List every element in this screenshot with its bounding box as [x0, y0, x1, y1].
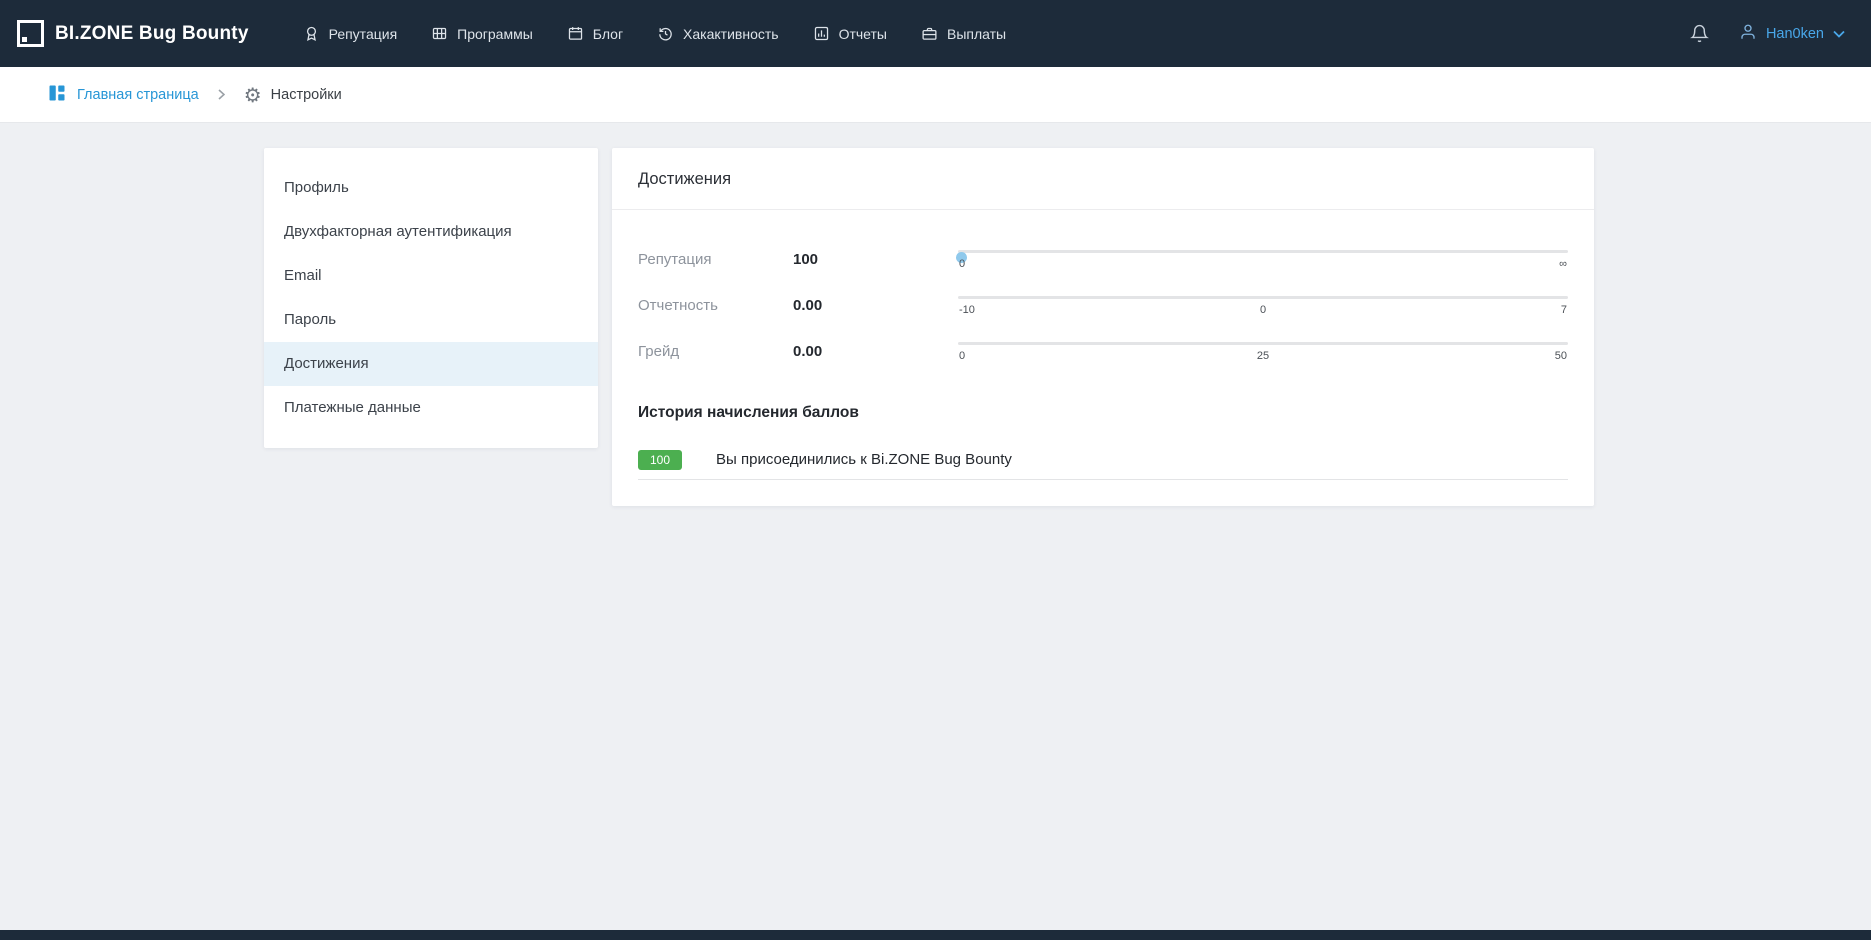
user-menu[interactable]: Han0ken: [1739, 23, 1845, 45]
sidebar-item-profile[interactable]: Профиль: [264, 166, 598, 210]
scale-min-label: 0: [959, 350, 965, 362]
nav-item-label: Блог: [593, 26, 623, 42]
history-clock-icon: [657, 25, 674, 42]
metric-row-reporting: Отчетность 0.00 -10 0 7: [638, 282, 1568, 328]
medal-icon: [303, 25, 320, 42]
nav-item-reports[interactable]: Отчеты: [813, 25, 887, 42]
nav-item-programs[interactable]: Программы: [431, 25, 533, 42]
calendar-icon: [567, 25, 584, 42]
nav-item-hacktivity[interactable]: Хакактивность: [657, 25, 779, 42]
nav-item-label: Отчеты: [839, 26, 887, 42]
gear-icon: ⚙: [244, 85, 262, 105]
brand-name: BI.ZONE Bug Bounty: [55, 23, 249, 45]
reputation-scale: 0 ∞: [958, 244, 1568, 274]
sidebar-item-payment-details[interactable]: Платежные данные: [264, 386, 598, 430]
metric-value: 0.00: [793, 297, 958, 314]
scale-min-label: 0: [959, 258, 965, 270]
scale-mid-label: 0: [1260, 304, 1266, 316]
grade-scale: 0 25 50: [958, 336, 1568, 366]
nav-item-blog[interactable]: Блог: [567, 25, 623, 42]
user-icon: [1739, 23, 1757, 45]
scale-track: [958, 296, 1568, 299]
panel-title: Достижения: [612, 148, 1594, 210]
bar-chart-icon: [813, 25, 830, 42]
scale-max-label: 50: [1555, 350, 1567, 362]
nav-item-reputation[interactable]: Репутация: [303, 25, 398, 42]
main-content: Профиль Двухфакторная аутентификация Ema…: [0, 123, 1871, 506]
nav-item-label: Выплаты: [947, 26, 1006, 42]
metric-value: 100: [793, 251, 958, 268]
nav-item-label: Программы: [457, 26, 533, 42]
achievements-panel: Достижения Репутация 100 0 ∞ Отчетность …: [612, 148, 1594, 506]
breadcrumb-home-link[interactable]: Главная страница: [47, 83, 199, 107]
metric-row-grade: Грейд 0.00 0 25 50: [638, 328, 1568, 374]
briefcase-icon: [921, 25, 938, 42]
scale-max-label: ∞: [1559, 258, 1567, 270]
programs-icon: [431, 25, 448, 42]
scale-track: [958, 342, 1568, 345]
scale-mid-label: 25: [1257, 350, 1269, 362]
metrics-section: Репутация 100 0 ∞ Отчетность 0.00 -10 0: [612, 210, 1594, 374]
breadcrumb-current-label: Настройки: [271, 87, 342, 103]
main-nav: Репутация Программы Блог Хакактивность О…: [303, 25, 1007, 42]
brand[interactable]: BI.ZONE Bug Bounty: [17, 20, 249, 47]
scale-min-label: -10: [959, 304, 975, 316]
history-text: Вы присоединились к Bi.ZONE Bug Bounty: [716, 451, 1012, 468]
sidebar-item-achievements[interactable]: Достижения: [264, 342, 598, 386]
breadcrumb-home-label: Главная страница: [77, 87, 199, 103]
chevron-down-icon: [1833, 26, 1845, 42]
metric-value: 0.00: [793, 343, 958, 360]
nav-item-payouts[interactable]: Выплаты: [921, 25, 1006, 42]
username: Han0ken: [1766, 26, 1824, 42]
bizone-logo-icon: [17, 20, 44, 47]
reporting-scale: -10 0 7: [958, 290, 1568, 320]
points-badge: 100: [638, 450, 682, 470]
metric-label: Отчетность: [638, 297, 793, 314]
metric-label: Репутация: [638, 251, 793, 268]
metric-label: Грейд: [638, 343, 793, 360]
sidebar-item-email[interactable]: Email: [264, 254, 598, 298]
settings-sidebar: Профиль Двухфакторная аутентификация Ema…: [264, 148, 598, 448]
nav-item-label: Репутация: [329, 26, 398, 42]
breadcrumb: Главная страница ⚙ Настройки: [0, 67, 1871, 123]
top-right-cluster: Han0ken: [1690, 23, 1845, 45]
notifications-bell-icon[interactable]: [1690, 23, 1709, 44]
history-title: История начисления баллов: [638, 404, 1568, 422]
home-grid-icon: [47, 83, 67, 107]
sidebar-item-2fa[interactable]: Двухфакторная аутентификация: [264, 210, 598, 254]
scale-max-label: 7: [1561, 304, 1567, 316]
metric-row-reputation: Репутация 100 0 ∞: [638, 236, 1568, 282]
footer: [0, 930, 1871, 940]
history-row: 100 Вы присоединились к Bi.ZONE Bug Boun…: [638, 440, 1568, 480]
scale-track: [958, 250, 1568, 253]
top-navigation: BI.ZONE Bug Bounty Репутация Программы Б…: [0, 0, 1871, 67]
nav-item-label: Хакактивность: [683, 26, 779, 42]
sidebar-item-password[interactable]: Пароль: [264, 298, 598, 342]
breadcrumb-separator-icon: [218, 89, 225, 100]
breadcrumb-current: ⚙ Настройки: [244, 85, 342, 105]
